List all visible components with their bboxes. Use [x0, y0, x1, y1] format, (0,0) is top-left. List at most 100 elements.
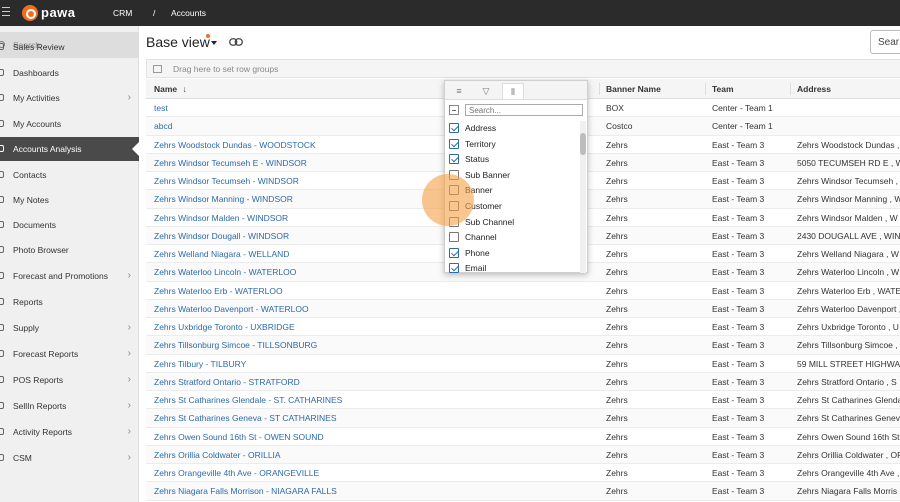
sidebar-item-sellin-reports[interactable]: SellIn Reports › — [0, 394, 139, 418]
column-option-email[interactable]: Email — [449, 261, 579, 273]
column-option-address[interactable]: Address — [449, 121, 579, 137]
table-row[interactable]: Zehrs Uxbridge Toronto - UXBRIDGE Zehrs Ea… — [146, 318, 900, 337]
table-row[interactable]: Zehrs Niagara Falls Morrison - NIAGARA F… — [146, 482, 900, 501]
address-cell: Zehrs Owen Sound 16th St — [797, 431, 900, 442]
column-divider[interactable] — [705, 83, 706, 95]
sidebar-item-activity-reports[interactable]: Activity Reports › — [0, 420, 139, 444]
checkbox-checked-icon[interactable] — [449, 263, 459, 273]
sidebar-item-forecast-reports[interactable]: Forecast Reports › — [0, 342, 139, 366]
column-option-channel[interactable]: Channel — [449, 230, 579, 246]
sidebar-item-sales-review[interactable]: Sales Review — [0, 35, 139, 59]
table-row[interactable]: Zehrs St Catharines Glendale - ST. CATHA… — [146, 391, 900, 410]
team-cell: East - Team 3 — [712, 431, 765, 442]
column-search-row — [449, 104, 583, 116]
sidebar-item-csm[interactable]: CSM › — [0, 446, 139, 470]
sidebar-item-label: Supply — [13, 323, 39, 333]
search-button[interactable]: Sear — [870, 30, 900, 54]
account-name-link[interactable]: Zehrs St Catharines Geneva - ST CATHARIN… — [154, 413, 444, 423]
table-row[interactable]: Zehrs Waterloo Erb - WATERLOO Zehrs East -… — [146, 282, 900, 300]
team-cell: Center - Team 1 — [712, 121, 773, 132]
account-name-link[interactable]: test — [154, 103, 444, 113]
account-name-link[interactable]: Zehrs Owen Sound 16th St - OWEN SOUND — [154, 432, 444, 442]
table-row[interactable]: Zehrs Waterloo Davenport - WATERLOO Zehrs… — [146, 299, 900, 318]
breadcrumb-crm[interactable]: CRM — [113, 8, 132, 18]
account-name-link[interactable]: Zehrs Uxbridge Toronto - UXBRIDGE — [154, 322, 444, 332]
checkbox-unchecked-icon[interactable] — [449, 232, 459, 243]
sidebar-item-photo-browser[interactable]: Photo Browser — [0, 238, 139, 262]
account-name-link[interactable]: Zehrs Waterloo Erb - WATERLOO — [154, 286, 444, 296]
table-row[interactable]: Zehrs Owen Sound 16th St - OWEN SOUND Zeh… — [146, 428, 900, 446]
account-name-link[interactable]: abcd — [154, 121, 444, 131]
tab-filter-icon[interactable]: ▽ — [475, 83, 497, 99]
checkbox-checked-icon[interactable] — [449, 247, 459, 258]
account-name-link[interactable]: Zehrs Orangeville 4th Ave - ORANGEVILLE — [154, 468, 444, 478]
column-search-input[interactable] — [465, 104, 583, 116]
account-name-link[interactable]: Zehrs Woodstock Dundas - WOODSTOCK — [154, 140, 444, 150]
sidebar-item-supply[interactable]: Supply › — [0, 316, 139, 340]
unsaved-dot-icon — [206, 34, 210, 38]
sidebar-item-reports[interactable]: Reports — [0, 290, 139, 314]
forecast-reports-icon — [0, 350, 4, 357]
checkbox-checked-icon[interactable] — [449, 138, 459, 149]
table-row[interactable]: Zehrs St Catharines Geneva - ST CATHARIN… — [146, 409, 900, 428]
account-name-link[interactable]: Zehrs St Catharines Glendale - ST. CATHA… — [154, 395, 444, 405]
column-option-territory[interactable]: Territory — [449, 137, 579, 153]
account-name-link[interactable]: Zehrs Windsor Malden - WINDSOR — [154, 213, 444, 223]
sidebar-item-my-notes[interactable]: My Notes — [0, 188, 139, 212]
table-row[interactable]: Zehrs Stratford Ontario - STRATFORD Zehrs… — [146, 372, 900, 391]
column-option-status[interactable]: Status — [449, 152, 579, 168]
sidebar-item-dashboards[interactable]: Dashboards — [0, 61, 139, 85]
sidebar-item-label: SellIn Reports — [13, 401, 67, 411]
account-name-link[interactable]: Zehrs Windsor Dougall - WINDSOR — [154, 231, 444, 241]
chevron-down-icon[interactable] — [211, 41, 217, 45]
column-header-address[interactable]: Address — [797, 84, 831, 94]
tab-general-menu-icon[interactable]: ≡ — [448, 83, 470, 99]
checkbox-checked-icon[interactable] — [449, 123, 459, 133]
account-name-link[interactable]: Zehrs Waterloo Lincoln - WATERLOO — [154, 267, 444, 277]
select-all-checkbox[interactable] — [449, 105, 459, 115]
row-group-drop-zone[interactable]: Drag here to set row groups — [146, 59, 900, 78]
column-header-banner[interactable]: Banner Name — [606, 84, 661, 94]
column-option-phone[interactable]: Phone — [449, 246, 579, 262]
scrollbar-thumb[interactable] — [580, 133, 586, 155]
sidebar-item-accounts-analysis[interactable]: Accounts Analysis — [0, 137, 140, 161]
account-name-link[interactable]: Zehrs Orillia Coldwater - ORILLIA — [154, 450, 444, 460]
column-option-sub-banner[interactable]: Sub Banner — [449, 168, 579, 184]
account-name-link[interactable]: Zehrs Waterloo Davenport - WATERLOO — [154, 304, 444, 314]
table-row[interactable]: Zehrs Tilbury - TILBURY Zehrs East - Team … — [146, 355, 900, 373]
account-name-link[interactable]: Zehrs Windsor Manning - WINDSOR — [154, 194, 444, 204]
account-name-link[interactable]: Zehrs Welland Niagara - WELLAND — [154, 249, 444, 259]
table-row[interactable]: Zehrs Orangeville 4th Ave - ORANGEVILLE Z… — [146, 464, 900, 483]
table-row[interactable]: Zehrs Orillia Coldwater - ORILLIA Zehrs Ea… — [146, 445, 900, 464]
sidebar-item-my-activities[interactable]: My Activities › — [0, 86, 139, 110]
account-name-link[interactable]: Zehrs Niagara Falls Morrison - NIAGARA F… — [154, 486, 444, 496]
account-name-link[interactable]: Zehrs Tilbury - TILBURY — [154, 359, 444, 369]
sidebar-item-contacts[interactable]: Contacts — [0, 163, 139, 187]
tab-columns-icon[interactable]: ⦀ — [502, 83, 524, 99]
link-icon[interactable] — [229, 38, 243, 46]
account-name-link[interactable]: Zehrs Tillsonburg Simcoe - TILLSONBURG — [154, 340, 444, 350]
team-cell: East - Team 3 — [712, 468, 765, 478]
column-header-team[interactable]: Team — [712, 84, 734, 94]
table-row[interactable]: Zehrs Tillsonburg Simcoe - TILLSONBURG Ze… — [146, 336, 900, 355]
column-header-name[interactable]: Name ↓ — [154, 84, 187, 94]
column-menu-popup: ≡ ▽ ⦀ AddressTerritoryStatusSub BannerBa… — [444, 80, 588, 273]
account-name-link[interactable]: Zehrs Windsor Tecumseh E - WINDSOR — [154, 158, 444, 168]
team-cell: East - Team 3 — [712, 285, 765, 296]
breadcrumb-accounts[interactable]: Accounts — [171, 8, 206, 18]
sidebar-item-documents[interactable]: Documents — [0, 213, 139, 237]
view-title[interactable]: Base view — [146, 34, 210, 50]
banner-cell: Zehrs — [606, 468, 628, 478]
column-divider[interactable] — [790, 83, 791, 95]
column-list-scrollbar[interactable] — [580, 121, 586, 273]
forecast-and-promotions-icon — [0, 272, 4, 279]
column-option-sub-channel[interactable]: Sub Channel — [449, 215, 579, 231]
menu-icon[interactable] — [2, 7, 10, 19]
sidebar-item-forecast-and-promotions[interactable]: Forecast and Promotions › — [0, 264, 139, 288]
column-divider[interactable] — [599, 83, 600, 95]
account-name-link[interactable]: Zehrs Windsor Tecumseh - WINDSOR — [154, 176, 444, 186]
account-name-link[interactable]: Zehrs Stratford Ontario - STRATFORD — [154, 377, 444, 387]
sidebar-item-my-accounts[interactable]: My Accounts — [0, 112, 139, 136]
checkbox-checked-icon[interactable] — [449, 154, 459, 165]
sidebar-item-pos-reports[interactable]: POS Reports › — [0, 368, 139, 392]
